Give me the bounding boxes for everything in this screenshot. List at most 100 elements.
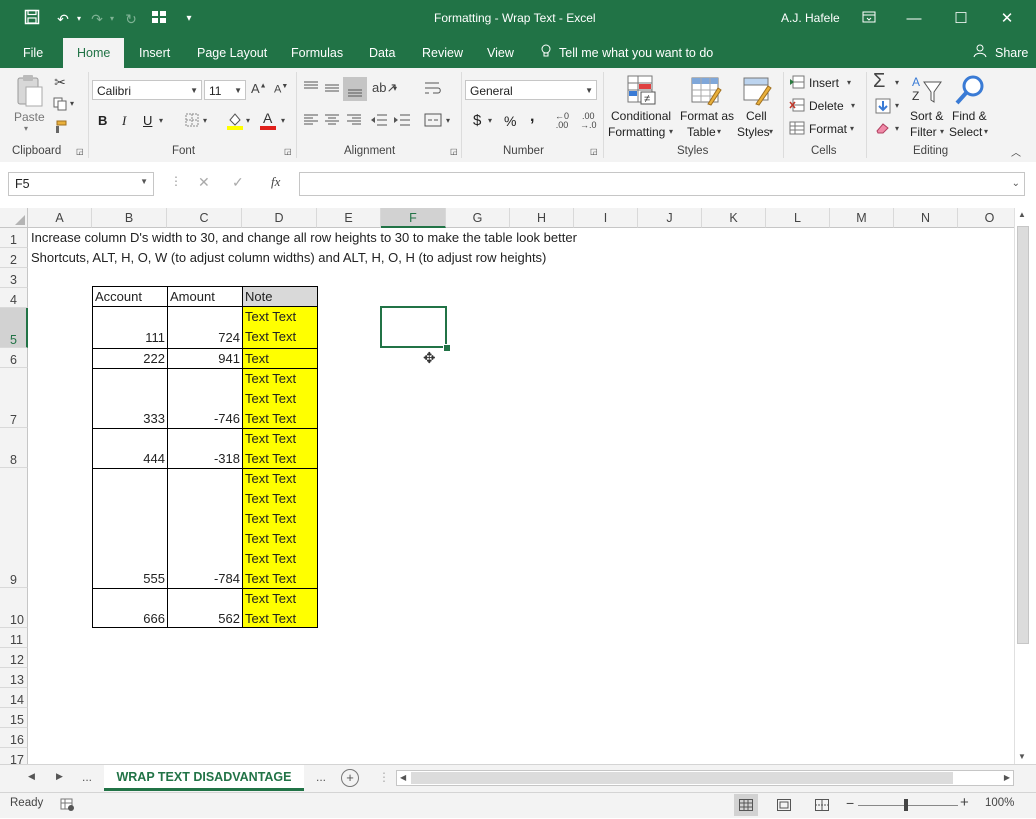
row-header-8[interactable]: 8 — [0, 428, 28, 468]
cell-c5[interactable]: 724 — [167, 306, 243, 349]
row-header-7[interactable]: 7 — [0, 368, 28, 428]
vertical-scrollbar[interactable]: ▲ ▼ — [1014, 208, 1031, 764]
cut-icon[interactable]: ✂ — [52, 74, 68, 91]
font-color-icon[interactable]: A — [259, 110, 277, 133]
tab-data[interactable]: Data — [369, 44, 395, 68]
chevron-down-icon[interactable]: ▾ — [847, 78, 851, 87]
column-header-k[interactable]: K — [702, 208, 766, 228]
sort-filter-label-1[interactable]: Sort & — [910, 109, 943, 123]
zoom-out-icon[interactable]: − — [846, 795, 854, 811]
conditional-formatting-icon[interactable]: ≠ — [626, 74, 658, 109]
font-size-select[interactable]: 11 ▼ — [204, 80, 246, 100]
horizontal-scroll-thumb[interactable] — [411, 772, 953, 784]
chevron-down-icon[interactable]: ▾ — [717, 127, 721, 136]
row-header-2[interactable]: 2 — [0, 248, 28, 268]
cell-b5[interactable]: 111 — [92, 306, 168, 349]
alignment-launcher-icon[interactable]: ◲ — [450, 147, 458, 156]
sheet-tab-active[interactable]: WRAP TEXT DISADVANTAGE — [104, 765, 304, 791]
increase-indent-icon[interactable] — [393, 113, 411, 130]
zoom-slider-thumb[interactable] — [904, 799, 908, 811]
name-box[interactable]: F5 ▼ — [8, 172, 154, 196]
tell-me-search[interactable]: Tell me what you want to do — [559, 44, 713, 68]
column-header-e[interactable]: E — [317, 208, 381, 228]
tab-insert[interactable]: Insert — [139, 44, 170, 68]
italic-button[interactable]: I — [122, 113, 126, 129]
cell-d10[interactable]: Text Text Text Text — [242, 588, 318, 628]
align-right-icon[interactable] — [346, 113, 362, 130]
align-middle-icon[interactable] — [324, 80, 340, 99]
cell-c4[interactable]: Amount — [167, 286, 243, 307]
align-bottom-icon[interactable] — [343, 77, 367, 101]
increase-decimal-icon[interactable]: ←0.00 — [555, 112, 569, 130]
format-button[interactable]: Format — [809, 122, 847, 136]
scroll-down-icon[interactable]: ▼ — [1018, 752, 1026, 761]
more-sheets-right[interactable]: ... — [316, 770, 326, 784]
borders-icon[interactable] — [185, 113, 199, 130]
cell-styles-label-2[interactable]: Styles — [737, 125, 770, 139]
vertical-scroll-thumb[interactable] — [1017, 226, 1029, 644]
cell-d7[interactable]: Text Text Text Text Text Text — [242, 368, 318, 429]
cell-d4[interactable]: Note — [242, 286, 318, 307]
paste-dropdown-icon[interactable]: ▾ — [24, 124, 28, 133]
row-header-12[interactable]: 12 — [0, 648, 28, 668]
cell-b7[interactable]: 333 — [92, 368, 168, 429]
number-launcher-icon[interactable]: ◲ — [590, 147, 598, 156]
horizontal-scrollbar[interactable]: ◀ ▶ — [396, 770, 1014, 786]
fill-color-dropdown-icon[interactable]: ▾ — [246, 116, 250, 125]
column-header-i[interactable]: I — [574, 208, 638, 228]
column-header-b[interactable]: B — [92, 208, 167, 228]
row-header-13[interactable]: 13 — [0, 668, 28, 688]
tab-home[interactable]: Home — [63, 38, 125, 68]
find-select-label-1[interactable]: Find & — [952, 109, 987, 123]
chevron-down-icon[interactable]: ▾ — [984, 127, 988, 136]
chevron-down-icon[interactable]: ▾ — [940, 127, 944, 136]
currency-dropdown-icon[interactable]: ▾ — [488, 116, 492, 125]
align-left-icon[interactable] — [303, 113, 319, 130]
currency-button[interactable]: $ — [473, 112, 481, 129]
tab-formulas[interactable]: Formulas — [291, 44, 343, 68]
scroll-right-icon[interactable]: ▶ — [1004, 773, 1010, 782]
paste-icon[interactable] — [12, 74, 46, 110]
row-header-4[interactable]: 4 — [0, 288, 28, 308]
column-header-h[interactable]: H — [510, 208, 574, 228]
borders-dropdown-icon[interactable]: ▾ — [203, 116, 207, 125]
select-all-button[interactable] — [0, 208, 28, 228]
clipboard-launcher-icon[interactable]: ◲ — [76, 147, 84, 156]
clear-dropdown-icon[interactable]: ▾ — [895, 124, 899, 133]
chevron-down-icon[interactable]: ▼ — [140, 177, 148, 186]
tab-page-layout[interactable]: Page Layout — [197, 44, 267, 68]
conditional-formatting-label-2[interactable]: Formatting — [608, 125, 665, 139]
underline-dropdown-icon[interactable]: ▾ — [159, 116, 163, 125]
worksheet-grid[interactable]: A B C D E F G H I J K L M N O 1 2 3 4 5 … — [0, 208, 1014, 764]
column-header-m[interactable]: M — [830, 208, 894, 228]
column-header-j[interactable]: J — [638, 208, 702, 228]
column-header-c[interactable]: C — [167, 208, 242, 228]
insert-function-icon[interactable]: fx — [271, 174, 280, 190]
zoom-slider[interactable] — [858, 805, 958, 806]
expand-formula-icon[interactable]: ⌄ — [1012, 178, 1020, 189]
formula-input[interactable]: ⌄ — [299, 172, 1025, 196]
font-name-select[interactable]: Calibri ▼ — [92, 80, 202, 100]
conditional-formatting-label-1[interactable]: Conditional — [611, 109, 671, 123]
selected-cell-f5[interactable] — [380, 306, 447, 348]
row-header-15[interactable]: 15 — [0, 708, 28, 728]
row-header-1[interactable]: 1 — [0, 228, 28, 248]
sort-filter-icon[interactable]: AZ — [911, 74, 943, 109]
cell-b6[interactable]: 222 — [92, 348, 168, 369]
cell-c9[interactable]: -784 — [167, 468, 243, 589]
customize-toolbar-icon[interactable]: ▾ — [178, 9, 200, 29]
chevron-down-icon[interactable]: ▾ — [669, 127, 673, 136]
column-header-d[interactable]: D — [242, 208, 317, 228]
cell-d8[interactable]: Text Text Text Text — [242, 428, 318, 469]
tab-file[interactable]: File — [23, 44, 43, 68]
number-format-select[interactable]: General ▼ — [465, 80, 597, 100]
percent-button[interactable]: % — [504, 113, 516, 129]
column-header-o[interactable]: O — [958, 208, 1014, 228]
new-sheet-icon[interactable]: + — [341, 769, 359, 787]
delete-button[interactable]: Delete — [809, 99, 844, 113]
find-select-label-2[interactable]: Select — [949, 125, 982, 139]
minimize-icon[interactable]: — — [896, 6, 932, 32]
column-header-a[interactable]: A — [28, 208, 92, 228]
cell-b8[interactable]: 444 — [92, 428, 168, 469]
fill-icon[interactable] — [875, 98, 891, 117]
